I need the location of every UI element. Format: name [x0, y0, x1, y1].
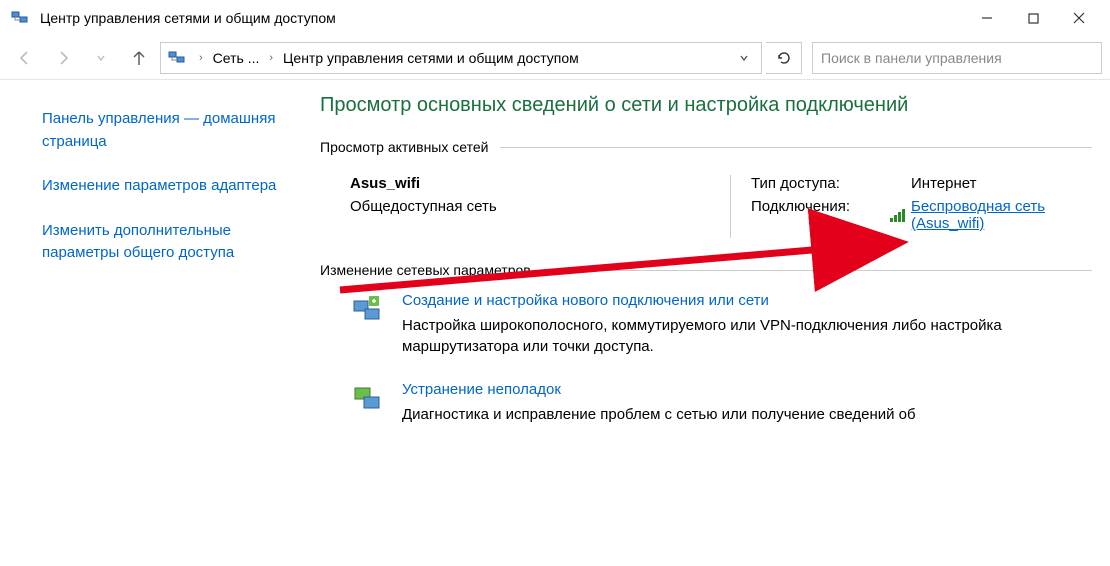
- new-connection-icon: [350, 292, 386, 328]
- network-center-icon: [10, 8, 30, 28]
- access-type-label: Тип доступа:: [751, 175, 911, 192]
- address-dropdown[interactable]: [733, 50, 755, 66]
- troubleshoot-icon: [350, 381, 386, 417]
- active-networks-header: Просмотр активных сетей: [320, 139, 1092, 155]
- troubleshoot-desc: Диагностика и исправление проблем с сеть…: [402, 404, 916, 425]
- search-input[interactable]: Поиск в панели управления: [812, 42, 1102, 74]
- up-button[interactable]: [122, 42, 156, 74]
- recent-dropdown[interactable]: [84, 42, 118, 74]
- control-panel-home-link[interactable]: Панель управления — домашняя страница: [42, 108, 288, 153]
- chevron-right-icon[interactable]: ›: [193, 52, 209, 64]
- advanced-sharing-link[interactable]: Изменить дополнительные параметры общего…: [42, 220, 288, 265]
- forward-button[interactable]: [46, 42, 80, 74]
- connection-link[interactable]: Беспроводная сеть (Asus_wifi): [911, 198, 1092, 232]
- main-content: Просмотр основных сведений о сети и наст…: [310, 80, 1110, 566]
- minimize-button[interactable]: [964, 3, 1010, 33]
- change-settings-header: Изменение сетевых параметров: [320, 262, 1092, 278]
- new-connection-desc: Настройка широкополосного, коммутируемог…: [402, 315, 1042, 357]
- chevron-right-icon[interactable]: ›: [263, 52, 279, 64]
- network-name: Asus_wifi: [350, 175, 730, 192]
- search-placeholder: Поиск в панели управления: [821, 50, 1002, 66]
- task-troubleshoot: Устранение неполадок Диагностика и испра…: [350, 381, 1092, 425]
- breadcrumb-segment[interactable]: Сеть ...: [211, 48, 262, 68]
- connections-label: Подключения:: [751, 198, 890, 232]
- wifi-signal-icon: [890, 208, 905, 222]
- new-connection-link[interactable]: Создание и настройка нового подключения …: [402, 292, 1042, 309]
- close-button[interactable]: [1056, 3, 1102, 33]
- sidebar: Панель управления — домашняя страница Из…: [0, 80, 310, 566]
- address-bar[interactable]: › Сеть ... › Центр управления сетями и о…: [160, 42, 762, 74]
- titlebar: Центр управления сетями и общим доступом: [0, 0, 1110, 36]
- task-new-connection: Создание и настройка нового подключения …: [350, 292, 1092, 357]
- page-heading: Просмотр основных сведений о сети и наст…: [320, 94, 1092, 117]
- toolbar: › Сеть ... › Центр управления сетями и о…: [0, 36, 1110, 80]
- window-title: Центр управления сетями и общим доступом: [40, 10, 336, 26]
- refresh-button[interactable]: [766, 42, 802, 74]
- active-network: Asus_wifi Общедоступная сеть Тип доступа…: [320, 169, 1092, 262]
- access-type-value: Интернет: [911, 175, 976, 192]
- adapter-settings-link[interactable]: Изменение параметров адаптера: [42, 175, 288, 198]
- network-profile: Общедоступная сеть: [350, 198, 730, 215]
- back-button[interactable]: [8, 42, 42, 74]
- maximize-button[interactable]: [1010, 3, 1056, 33]
- breadcrumb-segment[interactable]: Центр управления сетями и общим доступом: [281, 48, 581, 68]
- network-center-icon: [167, 48, 187, 68]
- troubleshoot-link[interactable]: Устранение неполадок: [402, 381, 916, 398]
